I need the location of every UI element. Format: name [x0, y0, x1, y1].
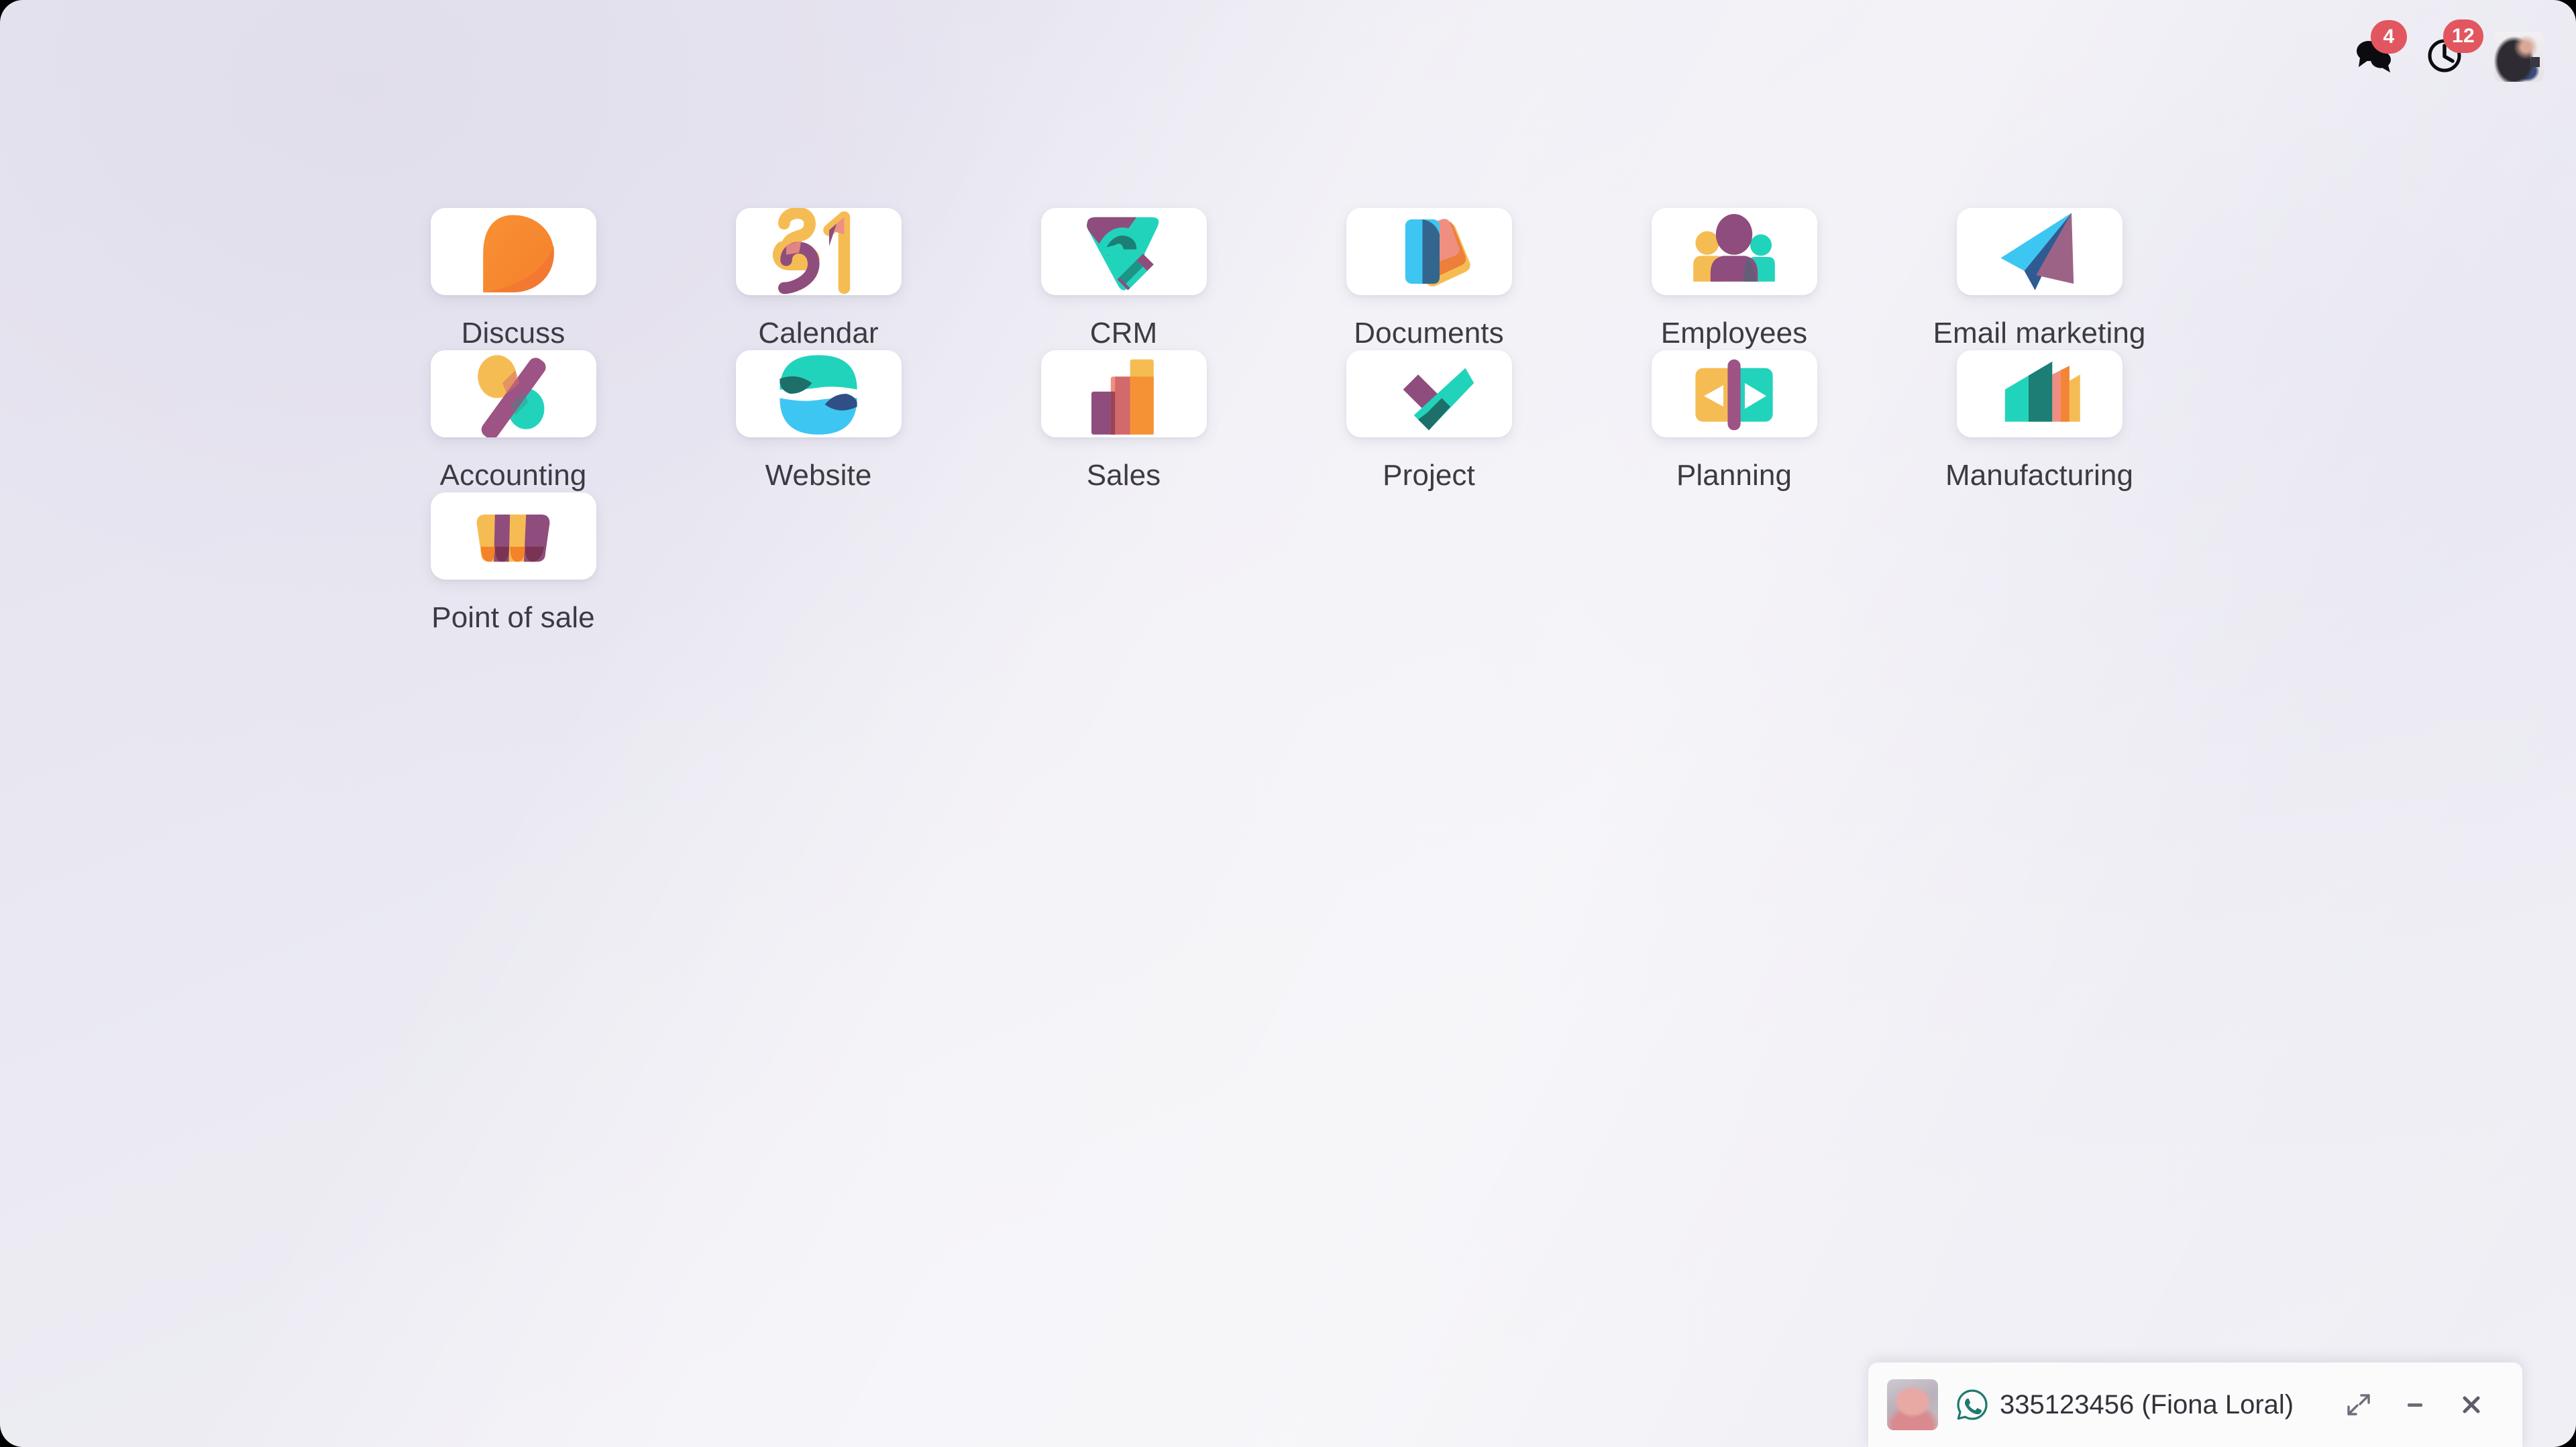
- messages-menu-button[interactable]: 4: [2353, 19, 2407, 77]
- app-label: Project: [1383, 459, 1475, 492]
- app-tile: [1956, 208, 2123, 295]
- app-item-accounting[interactable]: Accounting: [429, 350, 597, 492]
- chat-partner-avatar: [1887, 1379, 1938, 1430]
- app-label: Calendar: [758, 317, 879, 350]
- app-item-documents[interactable]: Documents: [1345, 208, 1513, 350]
- app-tile: [1040, 350, 1207, 437]
- app-item-employees[interactable]: Employees: [1650, 208, 1818, 350]
- app-tile: [1651, 350, 1817, 437]
- point-of-sale-icon: [460, 492, 567, 580]
- discuss-icon: [460, 208, 567, 295]
- app-item-manufacturing[interactable]: Manufacturing: [1945, 350, 2133, 492]
- app-tile: [1346, 208, 1512, 295]
- app-label: Accounting: [439, 459, 587, 492]
- app-grid: Discuss Calendar CRM Documents Employees…: [429, 208, 2261, 635]
- app-label: Employees: [1660, 317, 1808, 350]
- app-tile: [735, 350, 902, 437]
- app-tile: [1040, 208, 1207, 295]
- activities-count-badge: 12: [2443, 19, 2483, 53]
- email-marketing-icon: [1986, 208, 2093, 295]
- app-tile: [430, 208, 596, 295]
- app-tile: [1651, 208, 1817, 295]
- user-avatar[interactable]: [2494, 32, 2544, 82]
- calendar-icon: [765, 208, 872, 295]
- app-tile: [430, 492, 596, 580]
- employees-icon: [1680, 208, 1788, 295]
- expand-icon[interactable]: [2330, 1377, 2387, 1433]
- app-item-sales[interactable]: Sales: [1040, 350, 1208, 492]
- app-label: Email marketing: [1933, 317, 2146, 350]
- systray: 4 12: [2353, 0, 2576, 114]
- app-label: Documents: [1354, 317, 1504, 350]
- activities-menu-button[interactable]: 12: [2426, 19, 2483, 78]
- app-tile: [735, 208, 902, 295]
- app-item-email-marketing[interactable]: Email marketing: [1933, 208, 2145, 350]
- app-label: Planning: [1676, 459, 1792, 492]
- avatar-photo: [2494, 32, 2544, 82]
- app-label: Point of sale: [431, 601, 595, 634]
- app-label: Manufacturing: [1945, 459, 2134, 492]
- messages-count-badge: 4: [2371, 19, 2407, 54]
- app-tile: [1956, 350, 2123, 437]
- app-label: Website: [765, 459, 872, 492]
- project-icon: [1375, 350, 1483, 437]
- app-item-crm[interactable]: CRM: [1040, 208, 1208, 350]
- app-item-project[interactable]: Project: [1345, 350, 1513, 492]
- manufacturing-icon: [1986, 350, 2093, 437]
- chat-window[interactable]: 335123456 (Fiona Loral): [1868, 1362, 2522, 1447]
- accounting-icon: [460, 350, 567, 437]
- minimize-icon[interactable]: [2387, 1377, 2443, 1433]
- crm-icon: [1070, 208, 1177, 295]
- sales-icon: [1070, 350, 1177, 437]
- app-label: Sales: [1086, 459, 1161, 492]
- app-tile: [430, 350, 596, 437]
- chat-window-title: 335123456 (Fiona Loral): [2000, 1389, 2294, 1419]
- app-item-calendar[interactable]: Calendar: [735, 208, 902, 350]
- whatsapp-icon: [1955, 1388, 1989, 1422]
- app-item-point-of-sale[interactable]: Point of sale: [429, 492, 597, 635]
- planning-icon: [1680, 350, 1788, 437]
- app-item-discuss[interactable]: Discuss: [429, 208, 597, 350]
- app-item-website[interactable]: Website: [735, 350, 902, 492]
- app-label: CRM: [1089, 317, 1158, 350]
- website-icon: [765, 350, 872, 437]
- app-tile: [1346, 350, 1512, 437]
- app-label: Discuss: [461, 317, 566, 350]
- odoo-app-launcher: 4 12 Discuss Calendar CRM Documents Empl…: [0, 0, 2576, 1447]
- close-icon[interactable]: [2443, 1377, 2500, 1433]
- documents-icon: [1375, 208, 1483, 295]
- app-item-planning[interactable]: Planning: [1650, 350, 1818, 492]
